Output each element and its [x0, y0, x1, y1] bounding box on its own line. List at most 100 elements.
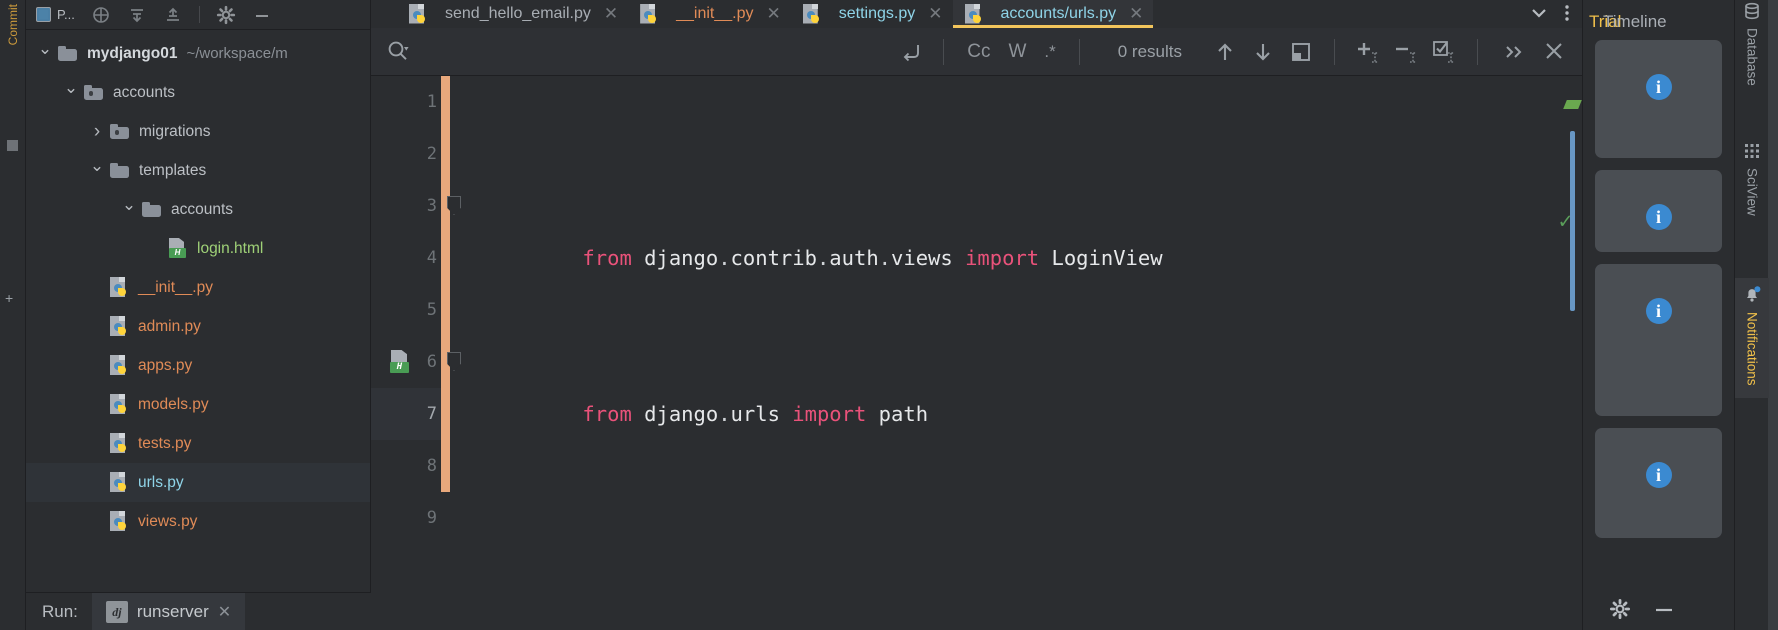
fold-marker-icon[interactable] — [447, 352, 461, 371]
python-file-icon — [110, 472, 129, 493]
match-case-button[interactable]: Cc — [958, 41, 999, 63]
new-line-icon[interactable] — [897, 39, 923, 65]
minimize-icon[interactable] — [252, 5, 272, 25]
toolbar-divider — [1477, 38, 1478, 65]
editor-tab-actions — [1516, 0, 1582, 28]
gear-icon[interactable] — [216, 5, 236, 25]
editor-gutter[interactable]: 1 2 3 4 5 H 6 7 8 9 — [371, 76, 450, 630]
close-icon[interactable] — [1542, 39, 1568, 65]
code-editor[interactable]: 1 2 3 4 5 H 6 7 8 9 from django.contrib.… — [371, 76, 1582, 630]
editor-tab-label: accounts/urls.py — [1000, 5, 1117, 22]
tree-row-migrations[interactable]: migrations — [26, 112, 370, 151]
search-input[interactable] — [411, 42, 892, 61]
minimize-icon[interactable] — [1653, 603, 1675, 618]
tree-row-urls-py[interactable]: urls.py — [26, 463, 370, 502]
structure-icon[interactable] — [7, 140, 18, 151]
select-all-occurrences-icon[interactable] — [1431, 39, 1457, 65]
regex-button[interactable]: .* — [1035, 42, 1064, 62]
ide-window: Commit + P... ⌄ mydjango01 ~/workspace/m… — [0, 0, 1778, 630]
tree-row-login-html[interactable]: H login.html — [26, 229, 370, 268]
toolbar-divider — [198, 6, 200, 23]
folder-icon — [110, 163, 130, 178]
tool-button-database[interactable]: Database — [1735, 2, 1769, 86]
editor-tab-label: __init__.py — [676, 5, 754, 22]
chevrons-right-icon[interactable] — [1492, 42, 1536, 62]
open-in-editor-icon[interactable] — [1288, 39, 1314, 65]
words-button[interactable]: W — [999, 41, 1035, 63]
line-number: 4 — [426, 248, 437, 268]
error-stripe-green-marker[interactable] — [1563, 100, 1582, 109]
notification-card[interactable]: i — [1595, 170, 1722, 252]
token-dot: . — [718, 402, 731, 426]
tree-row-models-py[interactable]: models.py — [26, 385, 370, 424]
notification-card[interactable]: i — [1595, 428, 1722, 538]
editor-scrollbar-thumb[interactable] — [1570, 131, 1575, 311]
token-module: django — [631, 402, 719, 426]
gear-icon[interactable] — [1609, 598, 1631, 623]
tool-button-notifications[interactable]: Notifications — [1735, 278, 1769, 398]
html-file-gutter-icon[interactable]: H — [389, 350, 411, 373]
window-edge-scrollbar[interactable] — [1768, 0, 1778, 630]
more-vertical-icon[interactable] — [1564, 2, 1570, 27]
editor-tab-label: send_hello_email.py — [445, 5, 591, 22]
editor-tab-init[interactable]: __init__.py ✕ — [628, 0, 791, 28]
collapse-all-icon[interactable] — [127, 5, 147, 25]
chevron-down-icon[interactable] — [32, 44, 58, 64]
chevron-down-icon[interactable] — [116, 200, 142, 220]
tree-row-templates[interactable]: templates — [26, 151, 370, 190]
search-icon[interactable] — [385, 39, 411, 65]
close-icon[interactable]: ✕ — [767, 4, 781, 24]
toolbar-divider — [1334, 38, 1335, 65]
arrow-down-icon[interactable] — [1250, 39, 1276, 65]
run-label: Run: — [42, 601, 78, 621]
code-line-2: from django.urls import path — [447, 336, 1582, 426]
locate-icon[interactable] — [91, 5, 111, 25]
editor-tab-settings[interactable]: settings.py ✕ — [791, 0, 953, 28]
notification-card[interactable]: i — [1595, 264, 1722, 416]
tool-button-label: Notifications — [1744, 312, 1760, 386]
chevron-down-icon[interactable] — [1528, 2, 1550, 27]
python-file-icon — [110, 394, 129, 415]
project-tab[interactable]: P... — [36, 7, 75, 22]
close-icon[interactable]: ✕ — [604, 4, 618, 24]
token-keyword: import — [779, 402, 867, 426]
editor-tab-send-hello-email[interactable]: send_hello_email.py ✕ — [397, 0, 628, 28]
plus-icon[interactable]: + — [5, 290, 13, 306]
project-tree[interactable]: mydjango01 ~/workspace/m accounts migrat… — [26, 30, 370, 630]
token-dot: . — [718, 246, 731, 270]
left-strip-commit-label[interactable]: Commit — [6, 4, 20, 45]
fold-marker-icon[interactable] — [447, 196, 461, 215]
tree-row-project-root[interactable]: mydjango01 ~/workspace/m — [26, 34, 370, 73]
tree-label-init-py: __init__.py — [138, 278, 213, 296]
close-icon[interactable]: ✕ — [1129, 4, 1143, 24]
chevron-down-icon[interactable] — [58, 83, 84, 103]
timeline-label[interactable]: Timeline — [1603, 12, 1667, 32]
chevron-right-icon[interactable] — [84, 121, 110, 143]
tree-row-accounts[interactable]: accounts — [26, 73, 370, 112]
notification-card[interactable]: i — [1595, 40, 1722, 158]
tree-row-views-py[interactable]: views.py — [26, 502, 370, 541]
run-config-tab[interactable]: dj runserver ✕ — [91, 592, 246, 630]
bell-icon — [1742, 284, 1762, 307]
python-file-icon — [964, 3, 984, 25]
left-tool-strip: Commit + — [0, 0, 26, 630]
chevron-down-icon[interactable] — [84, 161, 110, 181]
remove-occurrence-icon[interactable] — [1393, 39, 1419, 65]
results-count: 0 results — [1117, 41, 1182, 61]
tool-button-sciview[interactable]: SciView — [1735, 142, 1769, 216]
tree-row-tests-py[interactable]: tests.py — [26, 424, 370, 463]
tree-row-admin-py[interactable]: admin.py — [26, 307, 370, 346]
add-occurrence-icon[interactable] — [1355, 39, 1381, 65]
code-text[interactable]: from django.contrib.auth.views import Lo… — [447, 76, 1582, 630]
token-module: auth — [829, 246, 879, 270]
close-icon[interactable]: ✕ — [218, 602, 231, 622]
tree-row-init-py[interactable]: __init__.py — [26, 268, 370, 307]
editor-tab-accounts-urls[interactable]: accounts/urls.py ✕ — [952, 0, 1154, 28]
arrow-up-icon[interactable] — [1212, 39, 1238, 65]
expand-all-icon[interactable] — [163, 5, 183, 25]
token-dot: . — [878, 246, 892, 270]
close-icon[interactable]: ✕ — [928, 4, 942, 24]
line-number: 1 — [426, 92, 437, 112]
tree-row-templates-accounts[interactable]: accounts — [26, 190, 370, 229]
tree-row-apps-py[interactable]: apps.py — [26, 346, 370, 385]
